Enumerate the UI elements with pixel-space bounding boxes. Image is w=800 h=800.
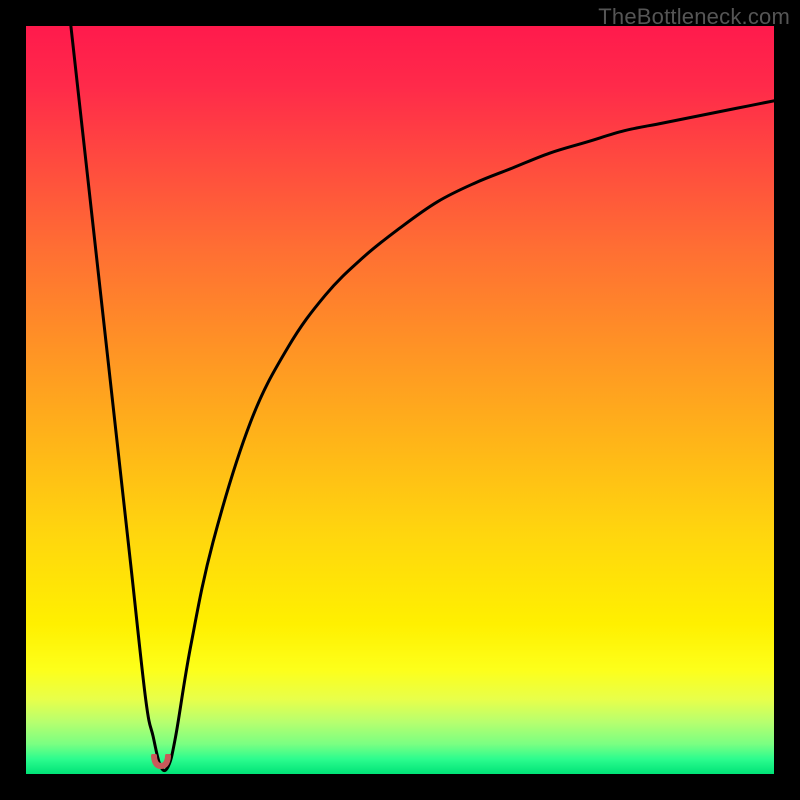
curve-layer <box>26 26 774 774</box>
plot-area <box>26 26 774 774</box>
chart-frame: TheBottleneck.com <box>0 0 800 800</box>
minimum-marker <box>151 754 171 772</box>
bottleneck-curve <box>71 26 774 771</box>
watermark-text: TheBottleneck.com <box>598 4 790 30</box>
